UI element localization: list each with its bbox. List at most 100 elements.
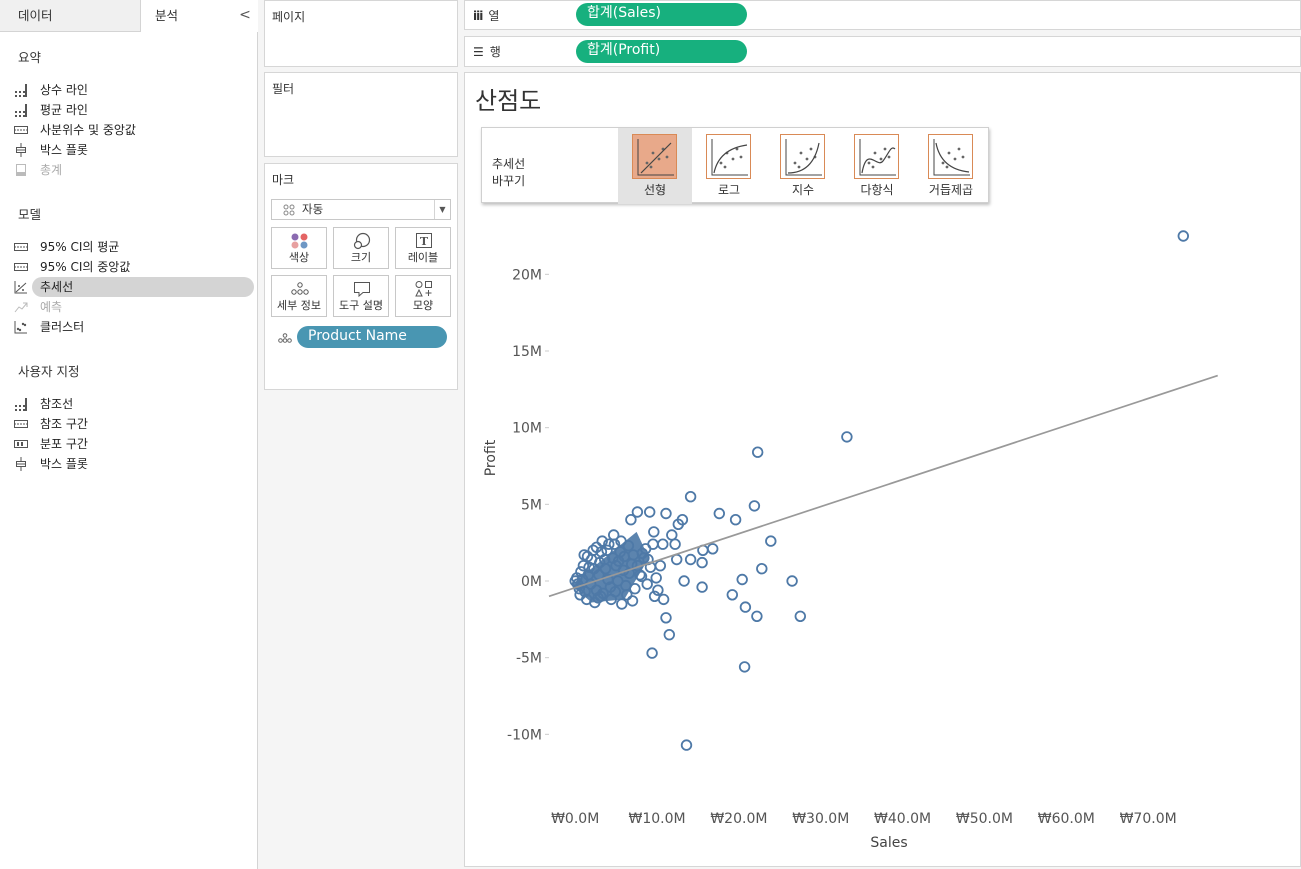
analytics-item[interactable]: 참조선 [14,394,254,414]
forecast-icon [14,300,28,314]
y-axis-label: Profit [483,439,499,476]
chevron-down-icon: ▼ [434,200,450,219]
section-heading: 요약 [18,50,42,65]
reference-band-icon [14,417,28,431]
rows-shelf[interactable]: ☰ 행 합계(Profit) [464,36,1301,67]
trend-option[interactable]: 지수 [766,128,840,204]
x-tick-label: ₩20.0M [710,811,767,827]
viz-area: -10M-5M0M5M10M15M20M25M ₩0.0M₩10.0M₩20.0… [464,72,1301,867]
trend-option[interactable]: 거듭제곱 [914,128,988,204]
analytics-item[interactable]: 클러스터 [14,317,254,337]
analytics-item[interactable]: 추세선 [14,277,254,297]
filters-card[interactable]: 필터 [264,72,458,157]
trend-model-icon [854,134,899,179]
scatter-point [646,647,658,659]
analytics-item[interactable]: 박스 플롯 [14,140,254,160]
scatter-point [684,491,697,503]
section-heading: 모델 [18,207,42,222]
mark-button-label: 모양 [412,299,434,312]
y-tick-label: -5M [516,651,542,667]
analytics-item-label: 박스 플롯 [40,457,88,471]
scatter-point [756,563,768,575]
analytics-item[interactable]: 상수 라인 [14,80,254,100]
sales-pill[interactable]: 합계(Sales) [576,3,747,26]
quartile-icon [14,123,28,137]
reference-line-icon [14,397,28,411]
mark-button[interactable]: 크기 [333,227,389,269]
rows-shelf-label: ☰ 행 [473,45,501,59]
analytics-item-label: 예측 [40,300,63,314]
mark-button-label: 색상 [288,251,310,264]
x-tick-label: ₩10.0M [628,811,685,827]
analytics-item[interactable]: 참조 구간 [14,414,254,434]
analytics-item-label: 상수 라인 [40,83,88,97]
x-tick-label: ₩60.0M [1038,811,1095,827]
trend-option[interactable]: 다항식 [840,128,914,204]
x-axis-label: Sales [870,835,907,851]
scatter-point [786,575,798,587]
mark-button[interactable]: 모양 [395,275,451,317]
detail-icon [290,280,310,298]
analytics-item[interactable]: 박스 플롯 [14,454,254,474]
trend-popup-label: 추세선 바꾸기 [492,157,526,188]
columns-shelf[interactable]: iii 열 합계(Sales) [464,0,1301,30]
analytics-item[interactable]: 사분위수 및 중앙값 [14,120,254,140]
trend-option[interactable]: 로그 [692,128,766,204]
scatter-point [669,538,681,550]
analytics-item[interactable]: 95% CI의 평균 [14,237,254,257]
trend-model-icon [780,134,825,179]
x-tick-label: ₩30.0M [792,811,849,827]
ci-mean-icon [14,240,28,254]
trend-option-label: 선형 [643,183,667,197]
scatter-point [751,610,763,623]
profit-pill[interactable]: 합계(Profit) [576,40,747,63]
scatter-point [736,573,748,586]
scatter-point [650,572,662,584]
analytics-item-label: 참조 구간 [40,417,88,431]
trend-option-label: 지수 [791,183,815,197]
scatter-point [648,526,660,538]
mark-type-dropdown[interactable]: 자동 ▼ [271,199,451,220]
scatter-point [684,553,697,566]
cluster-icon [14,320,28,334]
analytics-item-label: 사분위수 및 중앙값 [40,123,136,137]
scatter-point [643,506,656,518]
scatter-point [841,431,853,443]
scatter-point [654,560,667,572]
y-tick-label: 15M [512,344,542,360]
scatter-point [678,575,690,587]
y-tick-label: -10M [507,727,542,743]
mark-button[interactable]: 도구 설명 [333,275,389,317]
pane-tabs: 데이터 분석 < [0,0,258,32]
scatter-point [641,578,653,590]
scatter-point [629,583,641,595]
mark-button[interactable]: 색상 [271,227,327,269]
analytics-item[interactable]: 평균 라인 [14,100,254,120]
pages-card[interactable]: 페이지 [264,0,458,67]
trend-model-icon [632,134,677,179]
product-name-pill[interactable]: Product Name [297,326,447,348]
scatter-point [625,514,637,526]
scatter-point [765,535,777,547]
scatter-point [660,612,672,624]
columns-icon: iii [473,9,483,23]
columns-shelf-label: iii 열 [473,9,500,23]
mark-button-label: 세부 정보 [277,299,321,312]
scatter-point [729,514,742,526]
collapse-pane-button[interactable]: < [238,0,252,32]
mark-button[interactable]: T 레이블 [395,227,451,269]
mark-button-label: 레이블 [407,251,439,264]
analytics-item-label: 95% CI의 평균 [40,240,120,254]
analytics-pane: 데이터 분석 < 요약 상수 라인 평균 라인 사분위수 및 중앙값 박스 플롯 총계 모델… [0,0,258,869]
trend-model-icon [928,134,973,179]
analytics-item[interactable]: 95% CI의 중앙값 [14,257,254,277]
analytics-item-label: 95% CI의 중앙값 [40,260,131,274]
constant-line-icon [14,83,28,97]
analytics-item[interactable]: 분포 구간 [14,434,254,454]
tab-data[interactable]: 데이터 [0,0,141,32]
mark-button[interactable]: 세부 정보 [271,275,327,317]
color-icon [290,232,310,250]
scatter-point [713,507,726,520]
y-tick-label: 10M [512,421,542,437]
trend-option[interactable]: 선형 [618,128,692,204]
